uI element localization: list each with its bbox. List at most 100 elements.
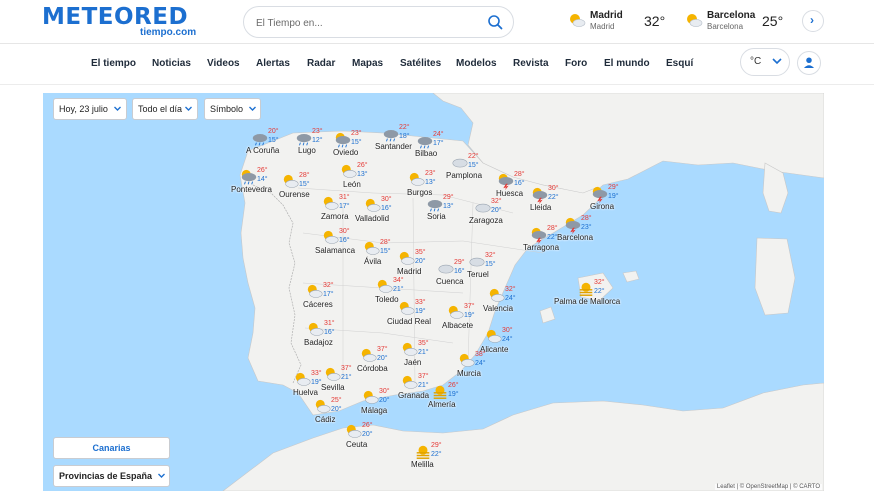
city-label: Huesca	[496, 189, 524, 198]
nav-item[interactable]: Noticias	[152, 58, 191, 69]
city-forecast-marker[interactable]: 26° 19° Almería	[428, 382, 490, 414]
min-temperature: 20°	[331, 406, 342, 413]
min-temperature: 17°	[323, 291, 334, 298]
min-temperature: 16°	[381, 205, 392, 212]
min-temperature: 21°	[418, 349, 429, 356]
city-forecast-marker[interactable]: 32° 20° Zaragoza	[469, 198, 533, 230]
nav-item[interactable]: Satélites	[400, 58, 441, 69]
city-forecast-marker[interactable]: 35° 21° Jaén	[400, 340, 460, 372]
provinces-select[interactable]: Provincias de España	[53, 465, 170, 487]
min-temperature: 13°	[443, 203, 454, 210]
max-temperature: 23°	[425, 170, 436, 177]
max-temperature: 28°	[514, 171, 525, 178]
max-temperature: 30°	[502, 327, 513, 334]
min-temperature: 21°	[418, 382, 429, 389]
nav-item[interactable]: Radar	[307, 58, 335, 69]
nav-item[interactable]: El mundo	[604, 58, 650, 69]
date-select[interactable]: Hoy, 23 julio	[53, 98, 127, 120]
nav-item[interactable]: Alertas	[256, 58, 290, 69]
city-region: Madrid	[590, 22, 615, 31]
layer-type-value: Símbolo	[210, 104, 244, 114]
min-temperature: 20°	[415, 258, 426, 265]
nav-item[interactable]: El tiempo	[91, 58, 136, 69]
nav-item[interactable]: Foro	[565, 58, 587, 69]
city-label: Toledo	[375, 295, 399, 304]
nav-item[interactable]: Modelos	[456, 58, 497, 69]
max-temperature: 32°	[594, 279, 605, 286]
max-temperature: 30°	[548, 185, 559, 192]
city-label: Madrid	[397, 267, 422, 276]
city-label: Murcia	[457, 369, 482, 378]
city-forecast-marker[interactable]: 26° 13° León	[339, 162, 399, 194]
city-barcelona[interactable]: Barcelona Barcelona 25°	[685, 8, 795, 36]
city-label: Zaragoza	[469, 216, 503, 225]
min-temperature: 15°	[268, 137, 279, 144]
city-label: Cuenca	[436, 277, 464, 286]
city-madrid[interactable]: Madrid Madrid 32°	[568, 8, 668, 36]
city-forecast-marker[interactable]: 31° 16° Badajoz	[304, 320, 366, 352]
max-temperature: 31°	[324, 320, 335, 327]
city-forecast-marker[interactable]: 30° 20° Málaga	[361, 388, 421, 420]
max-temperature: 35°	[418, 340, 429, 347]
map-attribution: Leaflet | © OpenStreetMap | © CARTO	[714, 484, 822, 490]
next-cities-button[interactable]: ›	[802, 10, 824, 32]
unit-select[interactable]: °C	[740, 48, 790, 76]
max-temperature: 33°	[311, 370, 322, 377]
search-input[interactable]	[256, 14, 476, 32]
period-select[interactable]: Todo el día	[132, 98, 198, 120]
unit-value: °C	[750, 56, 762, 67]
nav-item[interactable]: Mapas	[352, 58, 383, 69]
max-temperature: 33°	[415, 299, 426, 306]
max-temperature: 38°	[475, 351, 486, 358]
min-temperature: 22°	[594, 288, 605, 295]
max-temperature: 30°	[379, 388, 390, 395]
logo[interactable]: METEORED tiempo.com	[42, 4, 202, 40]
city-forecast-marker[interactable]: 32° 17° Cáceres	[303, 282, 365, 314]
city-forecast-marker[interactable]: 30° 16° Valladolid	[355, 196, 423, 228]
max-temperature: 28°	[581, 215, 592, 222]
max-temperature: 23°	[351, 130, 362, 137]
min-temperature: 22°	[547, 234, 558, 241]
chevron-down-icon	[185, 106, 192, 111]
main-nav: El tiempo Noticias Videos Alertas Radar …	[0, 45, 874, 85]
layer-type-select[interactable]: Símbolo	[204, 98, 261, 120]
user-account-button[interactable]	[797, 51, 821, 75]
city-forecast-marker[interactable]: 38° 24° Murcia	[457, 351, 517, 383]
city-label: Zamora	[321, 212, 349, 221]
city-forecast-marker[interactable]: 32° 15° Teruel	[467, 252, 527, 284]
min-temperature: 20°	[377, 355, 388, 362]
nav-item[interactable]: Esquí	[666, 58, 693, 69]
max-temperature: 30°	[381, 196, 392, 203]
city-label: A Coruña	[246, 146, 280, 155]
min-temperature: 14°	[257, 176, 268, 183]
max-temperature: 23°	[312, 128, 323, 135]
canarias-button[interactable]: Canarias	[53, 437, 170, 459]
city-forecast-marker[interactable]: 30° 22° Lleida	[530, 185, 590, 217]
city-label: Oviedo	[333, 148, 359, 157]
city-forecast-marker[interactable]: 28° 22° Tarragona	[523, 225, 589, 257]
nav-item[interactable]: Videos	[207, 58, 240, 69]
chevron-right-icon: ›	[810, 13, 814, 27]
city-label: Valladolid	[355, 214, 390, 223]
nav-item[interactable]: Revista	[513, 58, 549, 69]
sun-cloud-icon	[687, 14, 703, 27]
city-forecast-marker[interactable]: 32° 22° Palma de Mallorca	[554, 279, 636, 311]
date-select-value: Hoy, 23 julio	[59, 104, 108, 114]
min-temperature: 15°	[468, 162, 479, 169]
city-label: Lleida	[530, 203, 552, 212]
min-temperature: 24°	[505, 295, 516, 302]
max-temperature: 24°	[433, 131, 444, 138]
min-temperature: 18°	[399, 133, 410, 140]
city-label: Cáceres	[303, 300, 333, 309]
weather-map[interactable]: Hoy, 23 julio Todo el día Símbolo Canari…	[43, 93, 824, 491]
min-temperature: 19°	[415, 308, 426, 315]
max-temperature: 37°	[418, 373, 429, 380]
city-forecast-marker[interactable]: 29° 19° Girona	[590, 184, 650, 216]
city-forecast-marker[interactable]: 26° 20° Ceuta	[344, 422, 404, 454]
search-icon[interactable]	[487, 14, 503, 30]
max-temperature: 26°	[362, 422, 373, 429]
city-label: Soria	[427, 212, 446, 221]
city-forecast-marker[interactable]: 29° 22° Melilla	[411, 442, 473, 474]
city-label: Badajoz	[304, 338, 333, 347]
min-temperature: 20°	[491, 207, 502, 214]
